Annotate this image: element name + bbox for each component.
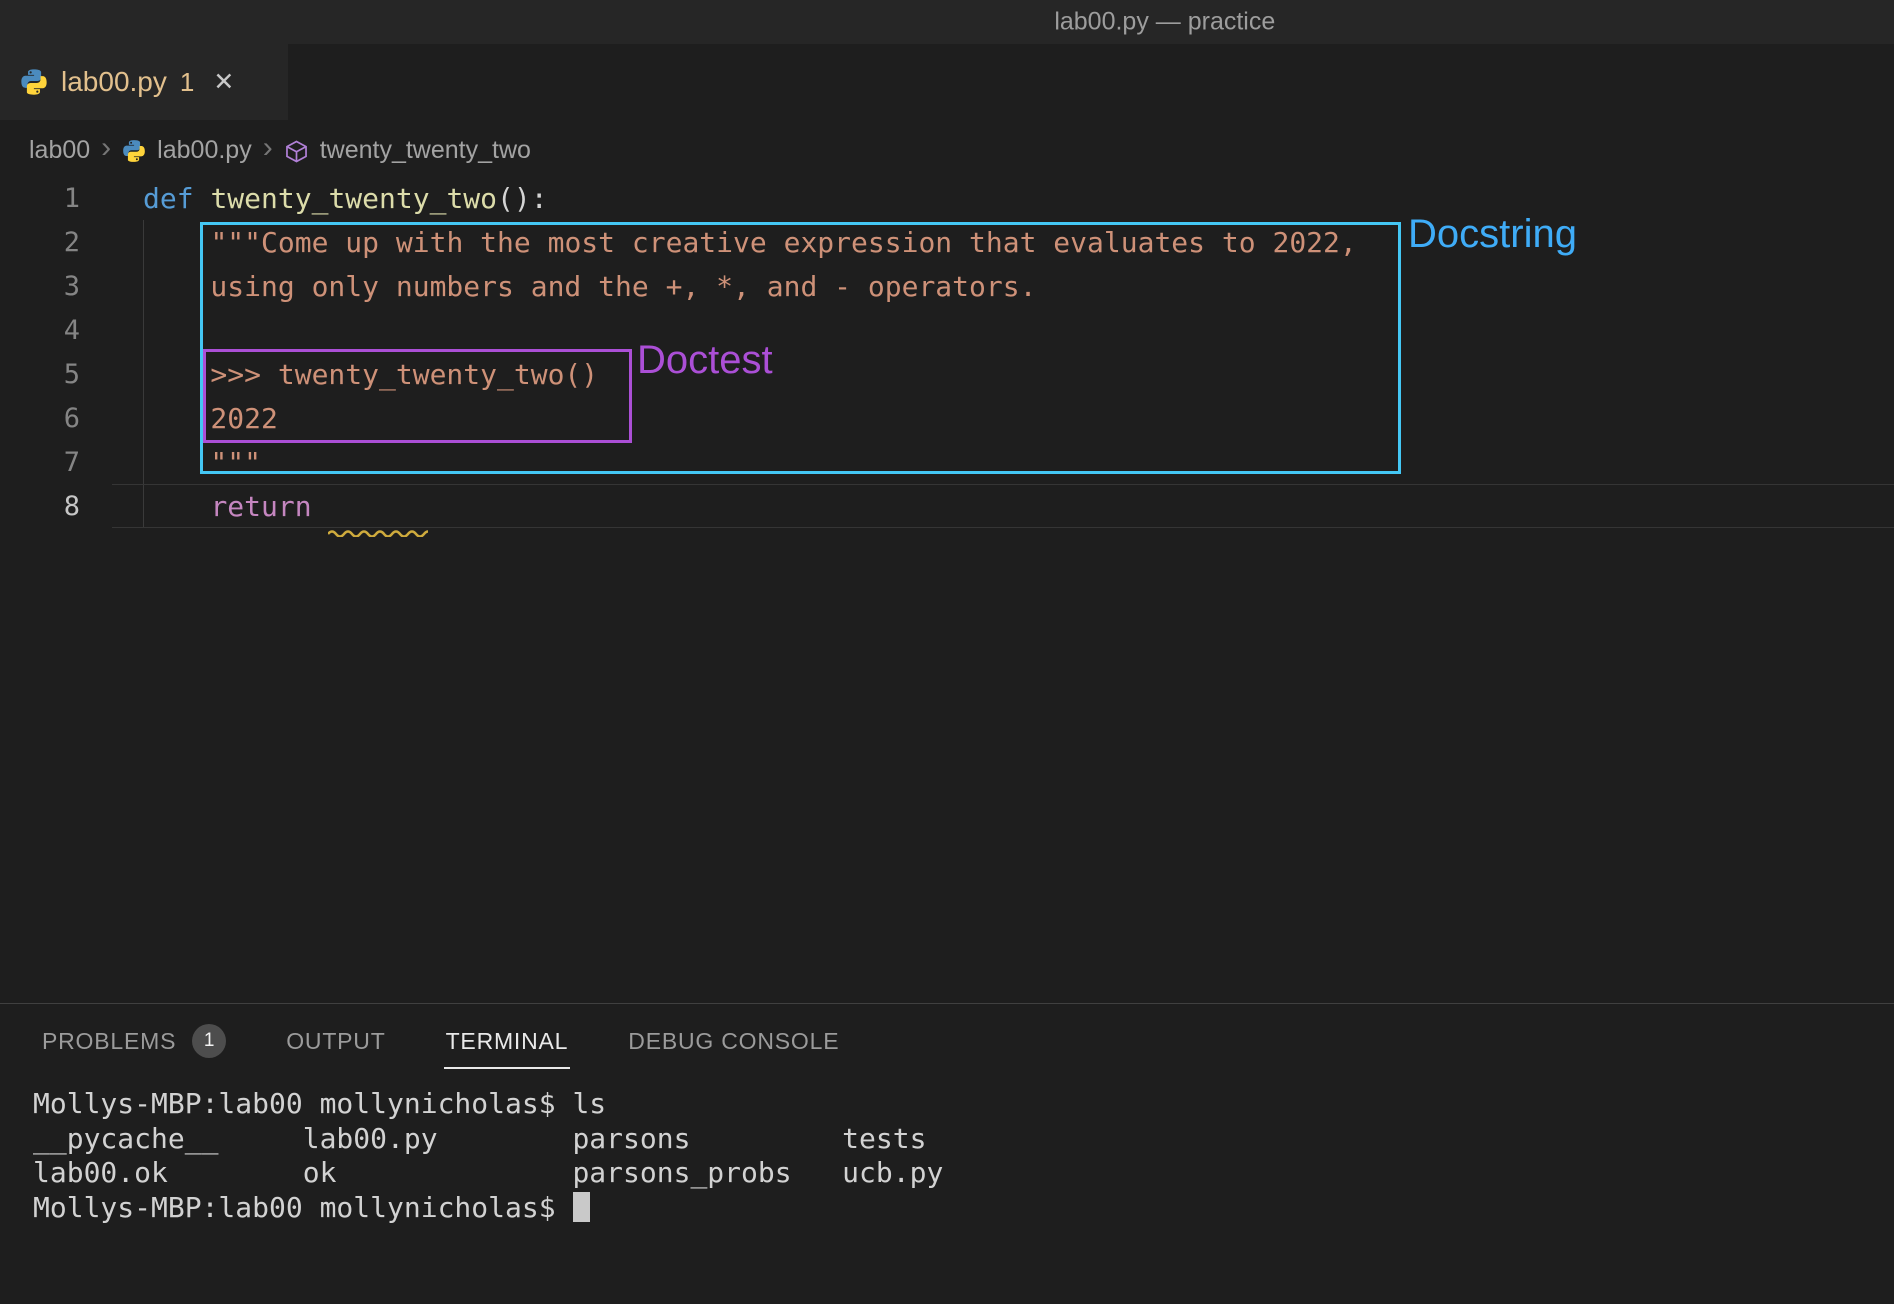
code-text: 2022 (143, 402, 278, 435)
code-line[interactable]: 8 return (0, 484, 1894, 528)
editor[interactable]: 1 def twenty_twenty_two(): 2 """Come up wi… (0, 172, 1894, 1003)
problems-count-badge: 1 (192, 1024, 226, 1058)
panel-tab-label: OUTPUT (286, 1028, 385, 1055)
terminal-line: Mollys-MBP:lab00 mollynicholas$ ls (33, 1087, 1884, 1122)
code-line[interactable]: 5 >>> twenty_twenty_two() (0, 352, 1894, 396)
breadcrumb: lab00 › lab00.py › twenty_twenty_two (0, 120, 1894, 172)
close-icon[interactable]: ✕ (213, 67, 234, 97)
terminal-line: __pycache__ lab00.py parsons tests (33, 1122, 1884, 1157)
line-number: 7 (0, 447, 80, 478)
line-number: 4 (0, 315, 80, 346)
panel-tabs: PROBLEMS 1 OUTPUT TERMINAL DEBUG CONSOLE (0, 1004, 1894, 1080)
code-text: """ (143, 446, 261, 479)
chevron-right-icon: › (101, 133, 111, 163)
breadcrumb-item-file[interactable]: lab00.py (157, 136, 252, 165)
tab-filename: lab00.py (61, 66, 167, 98)
code-text: >>> twenty_twenty_two() (143, 358, 598, 391)
panel-tab-output[interactable]: OUTPUT (284, 1016, 387, 1069)
line-number: 8 (0, 491, 80, 522)
panel-tab-problems[interactable]: PROBLEMS 1 (40, 1012, 228, 1072)
terminal-cursor (573, 1192, 590, 1222)
panel-tab-label: DEBUG CONSOLE (628, 1028, 839, 1055)
vscode-window: lab00.py — practice lab00.py 1 ✕ lab00 ›… (0, 0, 1894, 1304)
terminal-line: lab00.ok ok parsons_probs ucb.py (33, 1156, 1884, 1191)
chevron-right-icon: › (263, 133, 273, 163)
terminal-line: Mollys-MBP:lab00 mollynicholas$ (33, 1191, 1884, 1226)
panel-tab-debug-console[interactable]: DEBUG CONSOLE (626, 1016, 841, 1069)
panel-tab-terminal[interactable]: TERMINAL (444, 1016, 571, 1069)
line-number: 2 (0, 227, 80, 258)
line-number: 6 (0, 403, 80, 434)
panel-tab-label: TERMINAL (446, 1028, 569, 1055)
code-text: return (143, 490, 428, 523)
code-line[interactable]: 6 2022 (0, 396, 1894, 440)
code-text: def twenty_twenty_two(): (143, 182, 548, 215)
python-icon (122, 139, 146, 163)
tab-lab00-py[interactable]: lab00.py 1 ✕ (0, 44, 288, 120)
code-line[interactable]: 3 using only numbers and the +, *, and -… (0, 264, 1894, 308)
line-number: 5 (0, 359, 80, 390)
warning-squiggle-icon (328, 511, 428, 521)
terminal-output[interactable]: Mollys-MBP:lab00 mollynicholas$ ls__pyca… (33, 1087, 1884, 1225)
bottom-panel: PROBLEMS 1 OUTPUT TERMINAL DEBUG CONSOLE Mol… (0, 1003, 1894, 1304)
code-line[interactable]: 7 """ (0, 440, 1894, 484)
code-line[interactable]: 2 """Come up with the most creative expr… (0, 220, 1894, 264)
symbol-cube-icon (284, 139, 309, 164)
code-lines: 1 def twenty_twenty_two(): 2 """Come up wi… (0, 176, 1894, 528)
code-text: """Come up with the most creative expres… (143, 226, 1357, 259)
breadcrumb-item-symbol[interactable]: twenty_twenty_two (320, 136, 531, 165)
python-icon (20, 68, 48, 96)
panel-tab-label: PROBLEMS (42, 1028, 176, 1055)
tab-problem-count: 1 (180, 67, 194, 98)
code-line[interactable]: 4 (0, 308, 1894, 352)
tab-strip: lab00.py 1 ✕ (0, 44, 1894, 120)
breadcrumb-item-folder[interactable]: lab00 (29, 136, 90, 165)
line-number: 3 (0, 271, 80, 302)
code-text: using only numbers and the +, *, and - o… (143, 270, 1036, 303)
title-bar: lab00.py — practice (0, 0, 1894, 44)
line-number: 1 (0, 183, 80, 214)
window-title: lab00.py — practice (1054, 8, 1275, 37)
code-line[interactable]: 1 def twenty_twenty_two(): (0, 176, 1894, 220)
